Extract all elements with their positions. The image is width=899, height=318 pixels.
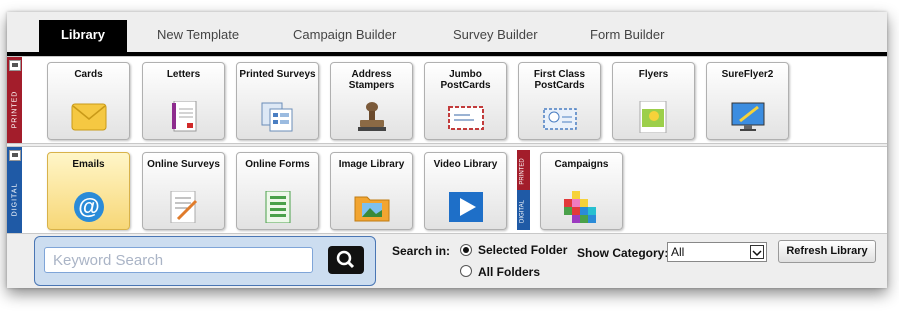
- card-label: Letters: [166, 69, 201, 80]
- card-video-library[interactable]: Video Library: [424, 152, 507, 230]
- printed-survey-icon: [260, 101, 296, 133]
- card-label: Image Library: [338, 159, 405, 170]
- search-button[interactable]: [328, 246, 364, 274]
- category-value: All: [671, 245, 685, 259]
- card-label: Flyers: [638, 69, 669, 80]
- campaign-blocks-icon: [564, 191, 600, 223]
- card-jumbo-postcards[interactable]: Jumbo PostCards: [424, 62, 507, 140]
- search-box: [34, 236, 376, 286]
- card-label: Address Stampers: [348, 69, 395, 91]
- email-at-icon: @: [71, 191, 107, 223]
- digital-sidebar: DIGITAL: [7, 147, 22, 233]
- category-select[interactable]: All: [667, 242, 767, 262]
- stamper-icon: [354, 101, 390, 133]
- first-class-postcard-icon: [542, 101, 578, 133]
- divider-printed-label: PRINTED: [519, 158, 526, 185]
- digital-side-label: DIGITAL: [11, 182, 19, 217]
- printed-digital-divider: PRINTED DIGITAL: [517, 150, 530, 230]
- card-label: Online Surveys: [147, 159, 220, 170]
- card-label: Printed Surveys: [239, 69, 316, 80]
- printed-sidebar: PRINTED: [7, 57, 22, 143]
- search-input[interactable]: [44, 247, 313, 273]
- search-bar: Search in: Selected Folder All Folders S…: [7, 234, 887, 288]
- library-panel: Library New Template Campaign Builder Su…: [7, 12, 887, 288]
- card-label: Online Forms: [245, 159, 310, 170]
- tab-survey-builder[interactable]: Survey Builder: [453, 20, 553, 52]
- flyer-icon: [636, 100, 672, 134]
- card-address-stampers[interactable]: Address Stampers: [330, 62, 413, 140]
- printed-row: PRINTED Cards Letters Printed Surveys Ad…: [7, 56, 887, 144]
- tab-form-builder[interactable]: Form Builder: [590, 20, 690, 52]
- digital-row: DIGITAL Emails @ Online Surveys Online F…: [7, 146, 887, 234]
- video-play-icon: [448, 191, 484, 223]
- card-label: Campaigns: [554, 159, 609, 170]
- card-label: Emails: [72, 159, 105, 170]
- online-form-icon: [260, 190, 296, 224]
- card-online-surveys[interactable]: Online Surveys: [142, 152, 225, 230]
- card-emails[interactable]: Emails @: [47, 152, 130, 230]
- card-label: Video Library: [433, 159, 498, 170]
- radio-selected-folder[interactable]: [460, 244, 472, 256]
- refresh-library-button[interactable]: Refresh Library: [778, 240, 876, 263]
- divider-digital-label: DIGITAL: [519, 200, 526, 223]
- card-online-forms[interactable]: Online Forms: [236, 152, 319, 230]
- card-first-class-postcards[interactable]: First Class PostCards: [518, 62, 601, 140]
- svg-text:@: @: [78, 194, 99, 219]
- card-sureflyer2[interactable]: SureFlyer2: [706, 62, 789, 140]
- tab-bar: Library New Template Campaign Builder Su…: [7, 20, 887, 52]
- card-flyers[interactable]: Flyers: [612, 62, 695, 140]
- card-label: Jumbo PostCards: [440, 69, 491, 91]
- tab-new-template[interactable]: New Template: [157, 20, 257, 52]
- envelope-icon: [71, 101, 107, 133]
- tab-campaign-builder[interactable]: Campaign Builder: [293, 20, 413, 52]
- search-in-label: Search in:: [392, 244, 451, 258]
- card-cards[interactable]: Cards: [47, 62, 130, 140]
- card-printed-surveys[interactable]: Printed Surveys: [236, 62, 319, 140]
- all-folders-label: All Folders: [478, 265, 541, 279]
- sureflyer-monitor-icon: [730, 101, 766, 133]
- image-folder-icon: [354, 191, 390, 223]
- card-letters[interactable]: Letters: [142, 62, 225, 140]
- chevron-down-icon: [750, 245, 764, 259]
- search-icon: [336, 250, 355, 269]
- card-image-library[interactable]: Image Library: [330, 152, 413, 230]
- printed-side-label: PRINTED: [11, 90, 19, 129]
- letter-icon: [166, 100, 202, 133]
- card-campaigns[interactable]: Campaigns: [540, 152, 623, 230]
- jumbo-postcard-icon: [448, 101, 484, 133]
- online-survey-icon: [166, 190, 202, 224]
- card-label: SureFlyer2: [721, 69, 774, 80]
- show-category-label: Show Category:: [577, 246, 669, 260]
- selected-folder-label: Selected Folder: [478, 243, 568, 257]
- card-label: Cards: [74, 69, 103, 80]
- radio-all-folders[interactable]: [460, 265, 472, 277]
- card-label: First Class PostCards: [533, 69, 586, 91]
- tab-library[interactable]: Library: [39, 20, 127, 52]
